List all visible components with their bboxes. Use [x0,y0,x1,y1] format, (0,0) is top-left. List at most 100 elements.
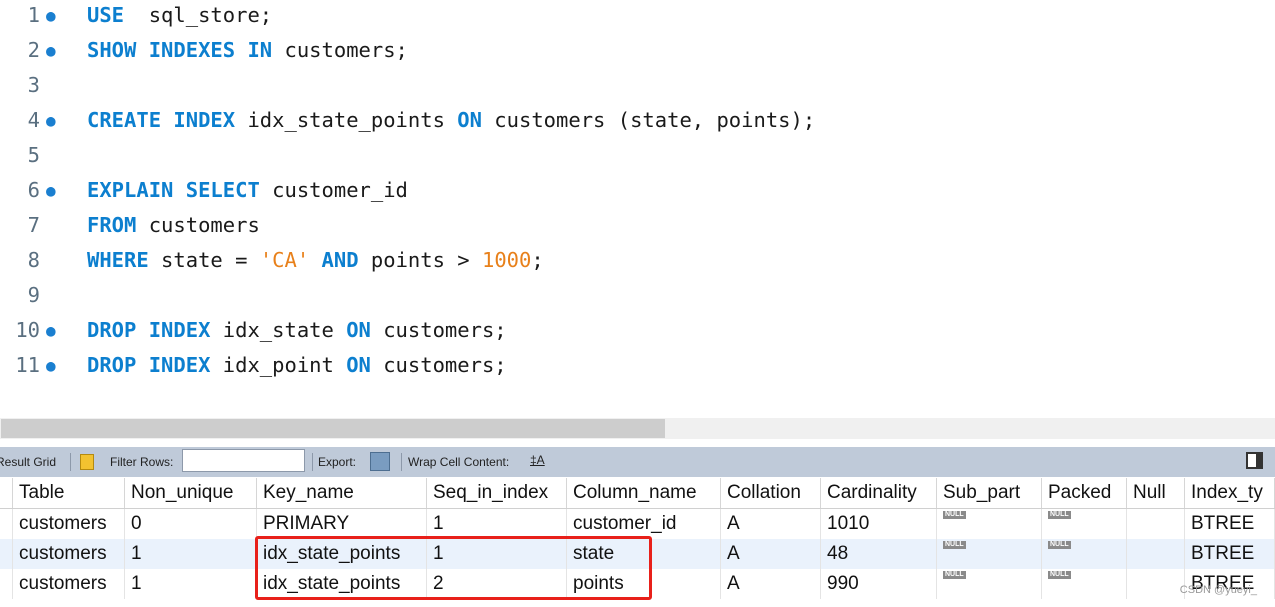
cell-text: 1010 [827,513,870,534]
row-selector[interactable] [0,539,13,569]
null-badge: NULL [1048,511,1071,519]
divider [401,453,402,471]
token-kw: WHERE [87,248,149,272]
line-number: 11 [15,353,40,377]
sql-editor[interactable]: 1 ● USE sql_store; 2 ● SHOW INDEXES IN custom… [0,0,1275,415]
filter-rows-label: Filter Rows: [110,455,174,469]
code-text: EXPLAIN SELECT customer_id [87,173,408,208]
token-kw: DROP INDEX [87,318,211,342]
horizontal-scrollbar[interactable] [0,418,1275,439]
cell-text: 1 [433,513,444,534]
token-str: 'CA' [259,248,310,272]
table-cell[interactable]: NULL [1042,509,1127,539]
token: customers; [370,318,507,342]
cell-text: Table [19,482,65,503]
code-line[interactable]: 8 WHERE state = 'CA' AND points > 1000; [0,243,1275,278]
table-cell[interactable]: 1 [125,539,257,569]
token-kw: FROM [87,213,137,237]
table-cell[interactable]: BTREE [1185,539,1275,569]
column-header[interactable]: Seq_in_index [427,478,567,509]
wrap-toggle-icon[interactable]: ‡A [530,453,545,467]
wrap-cell-label: Wrap Cell Content: [408,455,510,469]
code-line[interactable]: 3 [0,68,1275,103]
cell-text: Index_ty [1191,482,1263,503]
toggle-panel-icon[interactable] [1246,452,1263,469]
column-header[interactable]: Null [1127,478,1185,509]
table-cell[interactable] [1127,539,1185,569]
code-line[interactable]: 1 ● USE sql_store; [0,0,1275,33]
table-cell[interactable]: A [721,569,821,599]
token: idx_point [210,353,347,377]
token: customers (state, points); [481,108,816,132]
code-line[interactable]: 6 ● EXPLAIN SELECT customer_id [0,173,1275,208]
column-header[interactable]: Column_name [567,478,721,509]
table-cell[interactable] [1127,569,1185,599]
table-cell[interactable]: BTREE [1185,509,1275,539]
code-line[interactable]: 9 [0,278,1275,313]
table-cell[interactable] [1127,509,1185,539]
table-cell[interactable]: 1 [125,569,257,599]
token: state = [148,248,260,272]
column-header[interactable]: Packed [1042,478,1127,509]
code-text: DROP INDEX idx_state ON customers; [87,313,507,348]
result-grid-tab[interactable]: Result Grid [0,455,56,469]
token: idx_state [210,318,347,342]
highlight-box [255,536,652,600]
column-header[interactable]: Key_name [257,478,427,509]
token: points > [358,248,482,272]
column-header[interactable]: Non_unique [125,478,257,509]
table-cell[interactable]: 990 [821,569,937,599]
code-line[interactable]: 4 ● CREATE INDEX idx_state_points ON custo… [0,103,1275,138]
table-cell[interactable]: customers [13,539,125,569]
table-cell[interactable]: customers [13,509,125,539]
scrollbar-thumb[interactable] [1,419,665,438]
table-cell[interactable]: PRIMARY [257,509,427,539]
table-cell[interactable]: A [721,539,821,569]
code-text: DROP INDEX idx_point ON customers; [87,348,507,383]
table-cell[interactable]: customer_id [567,509,721,539]
table-cell[interactable]: NULL [937,509,1042,539]
token-kw: USE [87,3,125,27]
token: idx_state_points [235,108,458,132]
table-cell[interactable]: A [721,509,821,539]
statement-marker-icon: ● [46,6,56,25]
divider [312,453,313,471]
row-selector[interactable] [0,569,13,599]
cell-text: Sub_part [943,482,1021,503]
column-header[interactable]: Cardinality [821,478,937,509]
table-cell[interactable]: NULL [937,539,1042,569]
code-text: SHOW INDEXES IN customers; [87,33,408,68]
table-cell[interactable]: 48 [821,539,937,569]
cell-text: Packed [1048,482,1112,503]
cell-text: 990 [827,573,859,594]
code-line[interactable]: 10 ● DROP INDEX idx_state ON customers; [0,313,1275,348]
table-cell[interactable]: NULL [937,569,1042,599]
table-cell[interactable]: NULL [1042,539,1127,569]
filter-rows-input[interactable] [182,449,305,472]
line-number: 5 [27,143,40,167]
export-icon[interactable] [370,452,390,471]
code-line[interactable]: 2 ● SHOW INDEXES IN customers; [0,33,1275,68]
code-line[interactable]: 11 ● DROP INDEX idx_point ON customers; [0,348,1275,383]
column-header[interactable]: Table [13,478,125,509]
code-line[interactable]: 5 [0,138,1275,173]
table-cell[interactable]: 0 [125,509,257,539]
token-kw: SHOW INDEXES IN [87,38,273,62]
table-cell[interactable]: 1010 [821,509,937,539]
row-selector[interactable] [0,509,13,539]
table-cell[interactable]: NULL [1042,569,1127,599]
cell-text: Seq_in_index [433,482,549,503]
grid-icon[interactable] [80,454,94,470]
row-selector[interactable] [0,478,13,509]
table-row[interactable]: customers 0 PRIMARY 1 customer_id A 1010 NULL NU… [0,509,1275,539]
statement-marker-icon: ● [46,181,56,200]
cell-text: Column_name [573,482,697,503]
code-line[interactable]: 7 FROM customers [0,208,1275,243]
column-header[interactable]: Sub_part [937,478,1042,509]
cell-text: Cardinality [827,482,917,503]
token-num: 1000 [481,248,532,272]
column-header[interactable]: Index_ty [1185,478,1275,509]
column-header[interactable]: Collation [721,478,821,509]
table-cell[interactable]: 1 [427,509,567,539]
table-cell[interactable]: customers [13,569,125,599]
